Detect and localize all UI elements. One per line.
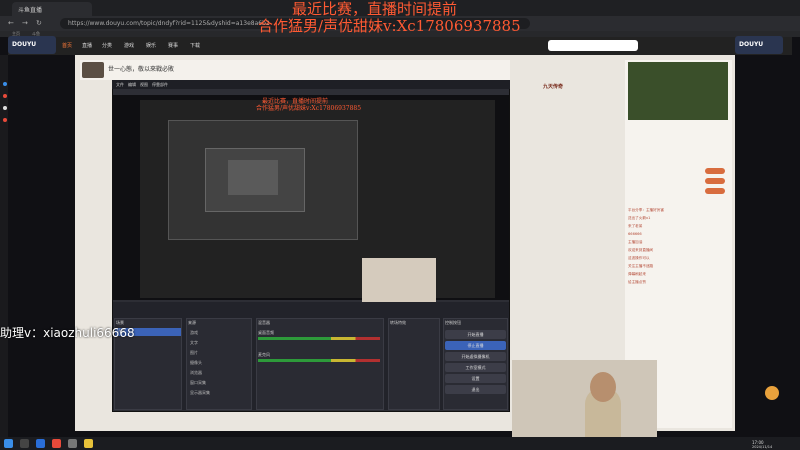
- source-item[interactable]: 摄像头: [190, 360, 202, 368]
- taskbar-icon[interactable]: [84, 439, 93, 448]
- taskbar-icon[interactable]: [52, 439, 61, 448]
- taskbar-icon[interactable]: [68, 439, 77, 448]
- source-item[interactable]: 浏览器: [190, 370, 202, 378]
- mixer-track-label: 麦克风: [258, 352, 270, 357]
- chat-message: 关注主播不迷路: [628, 264, 654, 268]
- browser-tab[interactable]: 斗鱼直播: [12, 2, 92, 16]
- nested-preview: [228, 160, 278, 195]
- controls-header: 控制按钮: [445, 320, 461, 325]
- nav-item[interactable]: 赛事: [168, 42, 178, 49]
- site-logo[interactable]: DOUYU: [8, 36, 56, 54]
- overlay-text: 合作猛男/声优甜妹v:Xc17806937885: [258, 17, 521, 35]
- clock-date: 2024/11/14: [752, 445, 773, 449]
- nav-item[interactable]: 游戏: [124, 42, 134, 49]
- overlay-text: 助理v：xiaozhuli66668: [0, 326, 135, 340]
- floating-button[interactable]: [765, 386, 779, 400]
- tab-title: 斗鱼直播: [18, 7, 43, 14]
- obs-menu-item[interactable]: 编辑: [128, 82, 136, 88]
- mixer-dock: [256, 318, 384, 410]
- chat-badge: [705, 178, 725, 184]
- virtual-camera-button[interactable]: 开始虚拟摄像机: [445, 352, 506, 361]
- forward-icon[interactable]: →: [22, 19, 28, 27]
- chat-badge: [705, 188, 725, 194]
- back-icon[interactable]: ←: [8, 19, 14, 27]
- webcam-preview: [362, 258, 436, 302]
- taskbar-icon[interactable]: [20, 439, 29, 448]
- rail-icon[interactable]: [3, 106, 7, 110]
- nav-item[interactable]: 下载: [190, 42, 200, 49]
- chat-message: 666666: [628, 232, 642, 236]
- nav-item[interactable]: 娱乐: [146, 42, 156, 49]
- sources-header: 来源: [188, 320, 196, 325]
- nested-overlay-text: 合作猛男/声优甜妹v:Xc17806937885: [256, 105, 362, 112]
- nav-item[interactable]: 分类: [102, 42, 112, 49]
- chat-message: 主播加油: [628, 240, 643, 244]
- chat-message: 欢迎来到直播间: [628, 248, 654, 252]
- chat-message: 送出了火箭x1: [628, 216, 651, 220]
- source-item[interactable]: 游戏: [190, 330, 198, 338]
- streamer-title: 世一心態，敬以來戰必敗: [108, 66, 175, 73]
- rail-icon[interactable]: [3, 82, 7, 86]
- stop-stream-button[interactable]: 停止直播: [445, 341, 506, 350]
- taskbar-icon[interactable]: [36, 439, 45, 448]
- left-rail: [0, 55, 8, 437]
- rail-icon[interactable]: [3, 118, 7, 122]
- person-head: [590, 372, 616, 402]
- chat-message: 这波操作可以: [628, 256, 650, 260]
- search-input[interactable]: [548, 40, 638, 51]
- obs-menu-item[interactable]: 视图: [140, 82, 148, 88]
- chat-message: 来了老弟: [628, 224, 643, 228]
- chat-badge: [705, 168, 725, 174]
- start-stream-button[interactable]: 开始直播: [445, 330, 506, 339]
- chat-video-thumb[interactable]: [628, 62, 728, 120]
- source-item[interactable]: 文字: [190, 340, 198, 348]
- volume-meter: [258, 337, 380, 340]
- nav-item[interactable]: 直播: [82, 42, 92, 49]
- source-item[interactable]: 显示器采集: [190, 390, 210, 398]
- studio-mode-button[interactable]: 工作室模式: [445, 363, 506, 372]
- chat-message: 平台分享：主播好厉害: [628, 208, 664, 212]
- obs-menu-item[interactable]: 文件: [116, 82, 124, 88]
- site-logo-right: DOUYU: [735, 36, 783, 54]
- volume-meter: [258, 359, 380, 362]
- obs-menu-bar: [112, 80, 510, 89]
- transitions-header: 转场特效: [390, 320, 406, 325]
- obs-menu-item[interactable]: 停靠部件: [152, 82, 168, 88]
- chat-message: 给主播点赞: [628, 280, 646, 284]
- taskbar: [0, 437, 800, 450]
- exit-button[interactable]: 退出: [445, 385, 506, 394]
- transitions-dock: [388, 318, 440, 410]
- rail-icon[interactable]: [3, 94, 7, 98]
- mixer-track-label: 桌面音频: [258, 330, 274, 335]
- source-item[interactable]: 窗口采集: [190, 380, 206, 388]
- start-icon[interactable]: [4, 439, 13, 448]
- avatar[interactable]: [82, 62, 104, 78]
- reload-icon[interactable]: ↻: [36, 19, 42, 27]
- chat-message: 弹幕刷起来: [628, 272, 646, 276]
- nav-item[interactable]: 首页: [62, 42, 72, 49]
- room-name: 九天传奇: [543, 84, 564, 90]
- mixer-header: 混音器: [258, 320, 270, 325]
- settings-button[interactable]: 设置: [445, 374, 506, 383]
- source-item[interactable]: 图片: [190, 350, 198, 358]
